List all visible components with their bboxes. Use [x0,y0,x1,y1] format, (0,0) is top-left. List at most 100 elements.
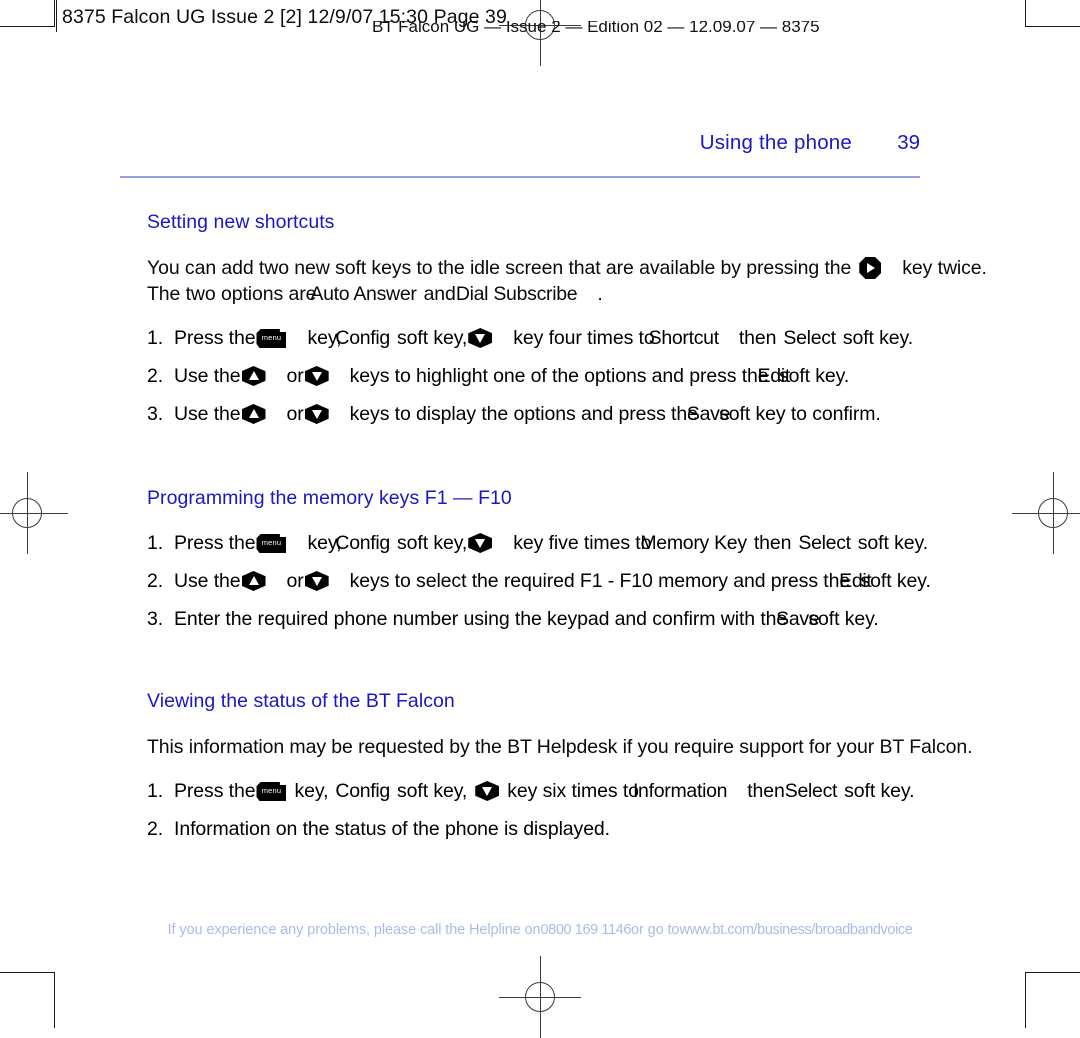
up-key-icon [241,571,266,591]
crop-mark-bottom-right [1025,972,1080,1028]
registration-mark-bottom [499,956,581,1038]
step-text-d: soft key. [860,570,931,592]
menu-key-icon: menu [256,782,287,801]
memory-keys-steps: 1. Press the menu key,Config soft key, key f… [147,530,1007,632]
term-select: Select [798,532,851,554]
step-text-d: key four times to [513,327,655,349]
step-text-c: soft key, [396,327,468,349]
page-footer: If you experience any problems, please c… [0,922,1080,938]
intro-text-part1: You can add two new soft keys to the idl… [147,257,852,279]
list-item: 3. Use the or keys to display the options … [147,401,1007,427]
step-number: 1. [147,327,164,349]
step-text-c: keys to display the options and press th… [349,403,698,425]
step-text-a: Use the [174,570,241,592]
step-text-b: or [286,365,304,387]
list-item: 2. Information on the status of the phon… [147,816,1007,842]
step-text-c: keys to select the required F1 - F10 mem… [349,570,851,592]
intro-text-part3: The two options are [147,283,317,305]
step-text-d: soft key. [808,608,879,630]
step-text-b: or [286,403,304,425]
term-information: Information [632,780,728,802]
step-text-a: Press the [174,327,256,349]
section-heading-shortcuts: Setting new shortcuts [147,211,335,233]
section-heading-status: Viewing the status of the BT Falcon [147,690,455,712]
step-text-e: then [747,780,785,802]
down-key-icon [475,781,500,801]
page-folio: 39 [897,131,920,154]
step-text-f: soft key. [842,327,914,349]
footer-text-part2: or go to [631,922,680,938]
step-text-a: Use the [174,365,241,387]
menu-key-label: menu [261,538,282,547]
step-text-a: Press the [174,532,256,554]
intro-text-part4: . [597,283,603,305]
step-text-a: Enter the required phone number using th… [174,608,788,630]
step-text-d: key six times to [507,780,639,802]
down-key-icon [304,366,329,386]
document-page: 8375 Falcon UG Issue 2 [2] 12/9/07 15:30… [0,0,1080,1038]
intro-conj: and [423,283,456,305]
step-text-e: then [753,532,792,554]
step-number: 1. [147,532,164,554]
shortcuts-intro: You can add two new soft keys to the idl… [147,255,1007,307]
step-number: 3. [147,403,164,425]
down-key-icon [304,571,329,591]
menu-key-label: menu [261,333,282,342]
list-item: 2. Use the or keys to select the required … [147,568,1007,594]
term-config: Config [335,532,390,554]
list-item: 1. Press the menu key,Config soft key, key f… [147,325,1007,351]
list-item: 1. Press the menu key, Config soft key, key s… [147,778,1007,804]
step-text-b: key, [294,780,329,802]
nav-right-key-icon [859,257,882,279]
section-heading-memory-keys: Programming the memory keys F1 — F10 [147,487,512,509]
status-steps: 1. Press the menu key, Config soft key, key s… [147,778,1007,842]
term-auto-answer: Auto Answer [310,283,417,305]
header-rule [56,0,57,32]
list-item: 2. Use the or keys to highlight one of the… [147,363,1007,389]
term-config: Config [335,327,390,349]
status-lead-text: This information may be requested by the… [147,736,973,758]
step-text-d: soft key. [778,365,850,387]
up-key-icon [241,404,266,424]
step-text-b: or [286,570,304,592]
step-text-a: Use the [174,403,241,425]
menu-key-label: menu [261,786,282,795]
list-item: 1. Press the menu key,Config soft key, key f… [147,530,1007,556]
intro-text-part2: key twice. [902,257,987,279]
step-text-a: Press the [174,780,256,802]
step-text-f: soft key. [857,532,929,554]
term-dial-subscribe: Dial Subscribe [455,283,578,305]
down-key-icon [468,533,493,553]
step-text-e: then [738,327,777,349]
step-text-c: soft key, [396,532,468,554]
term-memory-key: Memory Key [640,532,747,554]
step-text-d: soft key to confirm. [719,403,881,425]
term-config: Config [335,780,390,802]
crop-mark-bottom-left [0,972,55,1028]
page-content: Setting new shortcuts You can add two ne… [147,202,1007,854]
term-shortcut: Shortcut [648,327,720,349]
printer-header: 8375 Falcon UG Issue 2 [2] 12/9/07 15:30… [0,0,1080,46]
header-divider [120,176,920,178]
shortcuts-steps: 1. Press the menu key,Config soft key, key f… [147,325,1007,427]
step-number: 2. [147,570,164,592]
menu-key-icon: menu [256,534,287,553]
down-key-icon [304,404,329,424]
registration-mark-right [1012,472,1080,554]
registration-mark-left [0,472,68,554]
down-key-icon [468,328,493,348]
up-key-icon [241,366,266,386]
step-text-c: soft key, [396,780,468,802]
step-number: 1. [147,780,164,802]
step-number: 2. [147,365,164,387]
step-text-d: key five times to [513,532,652,554]
term-select: Select [783,327,836,349]
list-item: 3. Enter the required phone number using… [147,606,1007,632]
step-text-a: Information on the status of the phone i… [174,818,610,840]
running-head: Using the phone 39 [120,131,920,155]
step-text-f: soft key. [844,780,915,802]
footer-phone: 0800 169 1146 [540,922,632,938]
footer-text-part1: If you experience any problems, please c… [167,922,541,938]
step-number: 3. [147,608,164,630]
footer-url: www.bt.com/business/broadbandvoice [679,922,913,938]
